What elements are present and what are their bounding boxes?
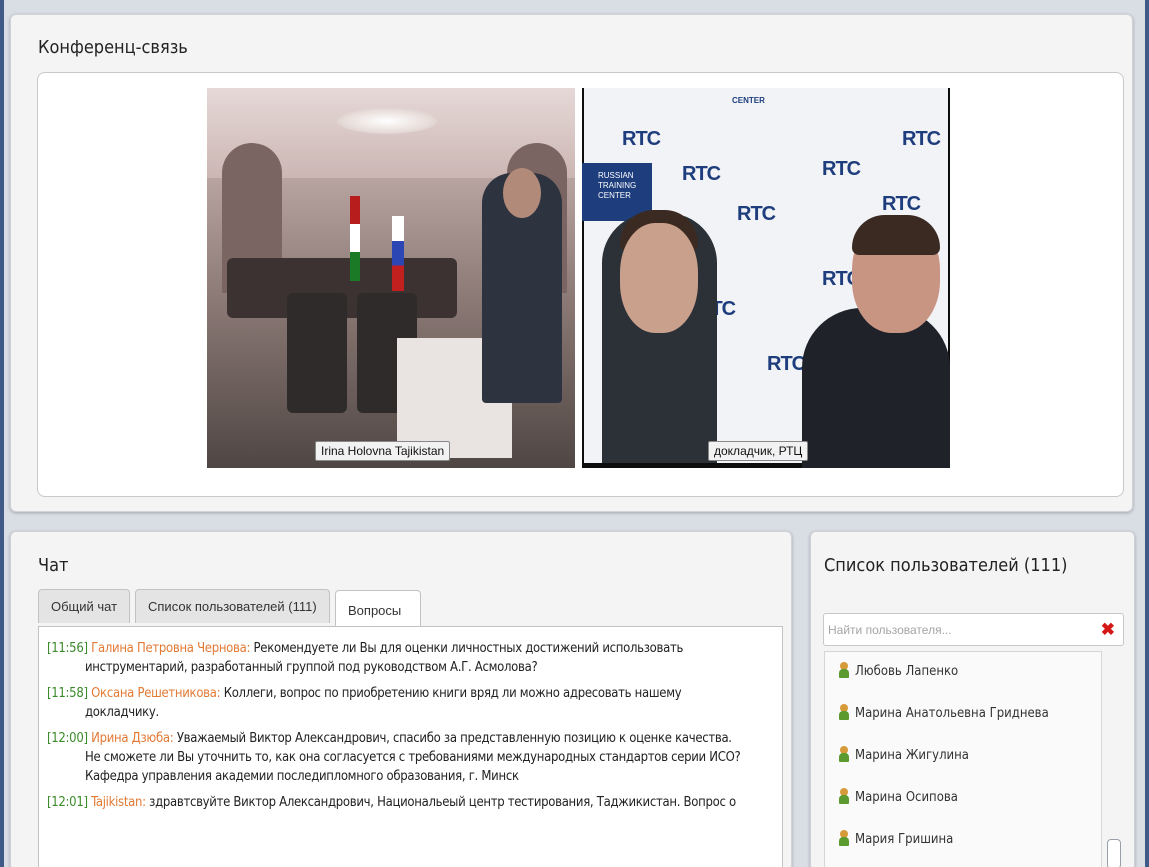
conference-panel: Конференц-связь Irina Holovna Tajikistan — [10, 14, 1133, 512]
clear-search-icon[interactable]: ✖ — [1101, 620, 1115, 640]
users-panel: Список пользователей (111) ✖ Любовь Лапе… — [810, 531, 1135, 867]
conference-title: Конференц-связь — [38, 37, 188, 58]
user-icon — [839, 662, 849, 678]
banner-top-text: CENTER — [732, 96, 765, 105]
chat-title: Чат — [38, 555, 69, 576]
message-time: [12:01] — [47, 795, 88, 810]
user-item[interactable]: Марина Жигулина — [825, 736, 1101, 778]
user-list[interactable]: Любовь Лапенко Марина Анатольевна Гридне… — [824, 651, 1102, 867]
message-time: [12:00] — [47, 731, 88, 746]
message-author[interactable]: Оксана Решетникова: — [91, 686, 220, 701]
video-area: Irina Holovna Tajikistan RTC RTC RTC RTC… — [37, 72, 1124, 497]
user-name: Марина Жигулина — [855, 748, 969, 763]
tab-questions[interactable]: Вопросы — [335, 590, 421, 628]
message-time: [11:58] — [47, 686, 88, 701]
tab-general-chat[interactable]: Общий чат — [38, 589, 131, 623]
chat-message: [11:56] Галина Петровна Чернова: Рекомен… — [47, 639, 747, 677]
user-name: Любовь Лапенко — [855, 664, 959, 679]
flag-tajikistan — [350, 196, 360, 281]
video-tile-tajikistan[interactable]: Irina Holovna Tajikistan — [207, 88, 575, 468]
scroll-thumb[interactable] — [1107, 839, 1121, 867]
user-icon — [839, 788, 849, 804]
message-text: Уважаемый Виктор Александрович, спасибо … — [85, 731, 741, 784]
message-author[interactable]: Tajikistan: — [91, 795, 146, 810]
user-search: ✖ — [823, 613, 1124, 646]
user-icon — [839, 746, 849, 762]
video-caption: докладчик, РТЦ — [708, 441, 809, 461]
user-item[interactable]: Марина Анатольевна Гриднева — [825, 694, 1101, 736]
users-title: Список пользователей (111) — [824, 555, 1068, 576]
rtc-logo: RTC — [882, 193, 921, 215]
user-list-scrollbar[interactable] — [1107, 651, 1123, 867]
message-time: [11:56] — [47, 641, 88, 656]
video-caption: Irina Holovna Tajikistan — [315, 441, 451, 461]
user-name: Марина Анатольевна Гриднева — [855, 706, 1049, 721]
user-name: Марина Осипова — [855, 790, 958, 805]
message-author[interactable]: Галина Петровна Чернова: — [91, 641, 250, 656]
tab-user-list[interactable]: Список пользователей (111) — [135, 589, 330, 623]
rtc-logo: RTC — [822, 158, 861, 180]
chat-message: [11:58] Оксана Решетникова: Коллеги, воп… — [47, 684, 747, 722]
chat-message: [12:01] Tajikistan: здравтсвуйте Виктор … — [47, 793, 747, 812]
chat-panel: Чат Общий чат Список пользователей (111)… — [10, 531, 792, 867]
chat-message: [12:00] Ирина Дзюба: Уважаемый Виктор Ал… — [47, 729, 747, 786]
user-icon — [839, 830, 849, 846]
chat-log[interactable]: [11:56] Галина Петровна Чернова: Рекомен… — [38, 626, 783, 867]
rtc-logo: RTC — [737, 203, 776, 225]
message-author[interactable]: Ирина Дзюба: — [91, 731, 174, 746]
user-item[interactable]: Мария Гришина — [825, 820, 1101, 862]
flag-russia — [392, 216, 404, 291]
video-tile-rtc[interactable]: RTC RTC RTC RTC RTC RTC RTC RTC RTC CENT… — [582, 88, 950, 468]
message-text: здравтсвуйте Виктор Александрович, Нацио… — [149, 795, 736, 810]
rtc-logo: RTC — [622, 128, 661, 150]
app-frame: Конференц-связь Irina Holovna Tajikistan — [4, 0, 1145, 867]
user-name: Мария Гришина — [855, 832, 954, 847]
rtc-logo: RTC — [902, 128, 941, 150]
user-search-input[interactable] — [824, 614, 1094, 645]
rtc-logo: RTC — [682, 163, 721, 185]
rtc-logo: RTC — [767, 353, 806, 375]
user-item[interactable]: Любовь Лапенко — [825, 652, 1101, 694]
user-item[interactable]: Марина Осипова — [825, 778, 1101, 820]
user-icon — [839, 704, 849, 720]
participant-right — [802, 308, 950, 468]
chandelier — [337, 108, 437, 134]
